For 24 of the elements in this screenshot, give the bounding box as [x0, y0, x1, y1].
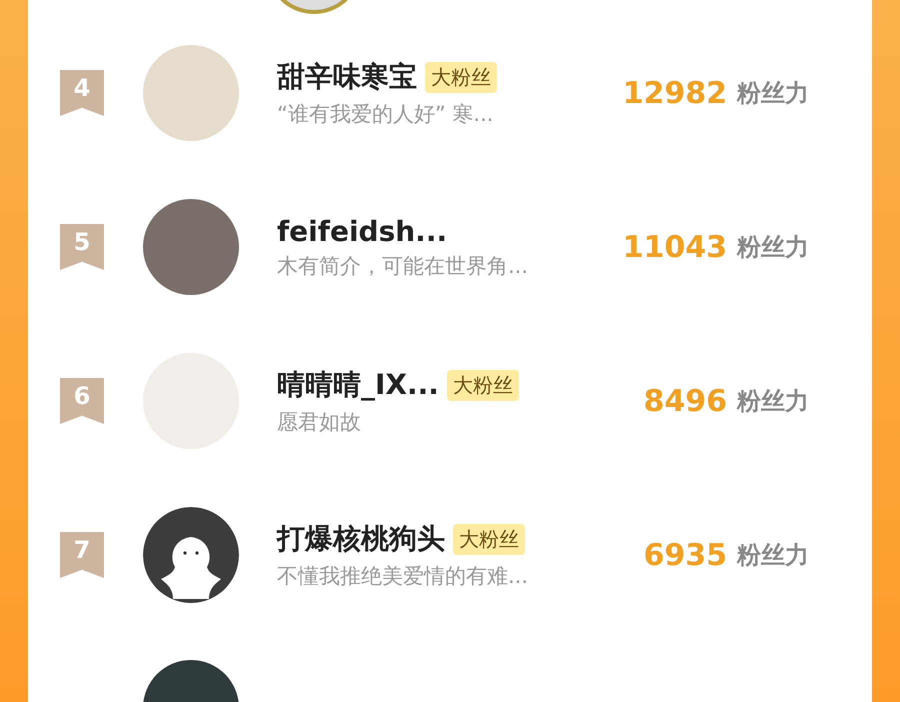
score-label: 粉丝力 [737, 386, 809, 417]
fan-badge: 大粉丝 [446, 370, 519, 400]
fan-score: 6935 [642, 538, 727, 572]
fan-score: 12982 [622, 76, 727, 110]
fan-name: 打爆核桃狗头 [277, 521, 445, 557]
rank-ribbon: 5 [60, 224, 104, 270]
fan-badge: 大粉丝 [453, 524, 525, 554]
fan-bio: “谁有我爱的人好” 寒... [277, 101, 494, 128]
score-label: 粉丝力 [737, 232, 809, 263]
fan-name: 甜辛味寒宝 [277, 59, 417, 95]
fan-name: feifeidsh... [277, 214, 448, 248]
default-avatar-icon [143, 507, 239, 603]
fan-bio: 不懂我推绝美爱情的有难... [277, 563, 530, 590]
fan-bio: 愿君如故 [277, 409, 362, 436]
fan-badge: 大粉丝 [425, 62, 497, 92]
fan-score: 8496 [642, 384, 727, 418]
rank-ribbon: 7 [60, 532, 104, 578]
score-label: 粉丝力 [737, 78, 809, 109]
rank-ribbon: 6 [60, 378, 104, 424]
fan-bio: 木有简介，可能在世界角... [277, 252, 530, 280]
fan-score: 11043 [622, 230, 727, 264]
fan-name: 晴晴晴_IX... [277, 367, 439, 403]
rank-ribbon: 4 [60, 70, 104, 116]
score-label: 粉丝力 [737, 540, 809, 571]
